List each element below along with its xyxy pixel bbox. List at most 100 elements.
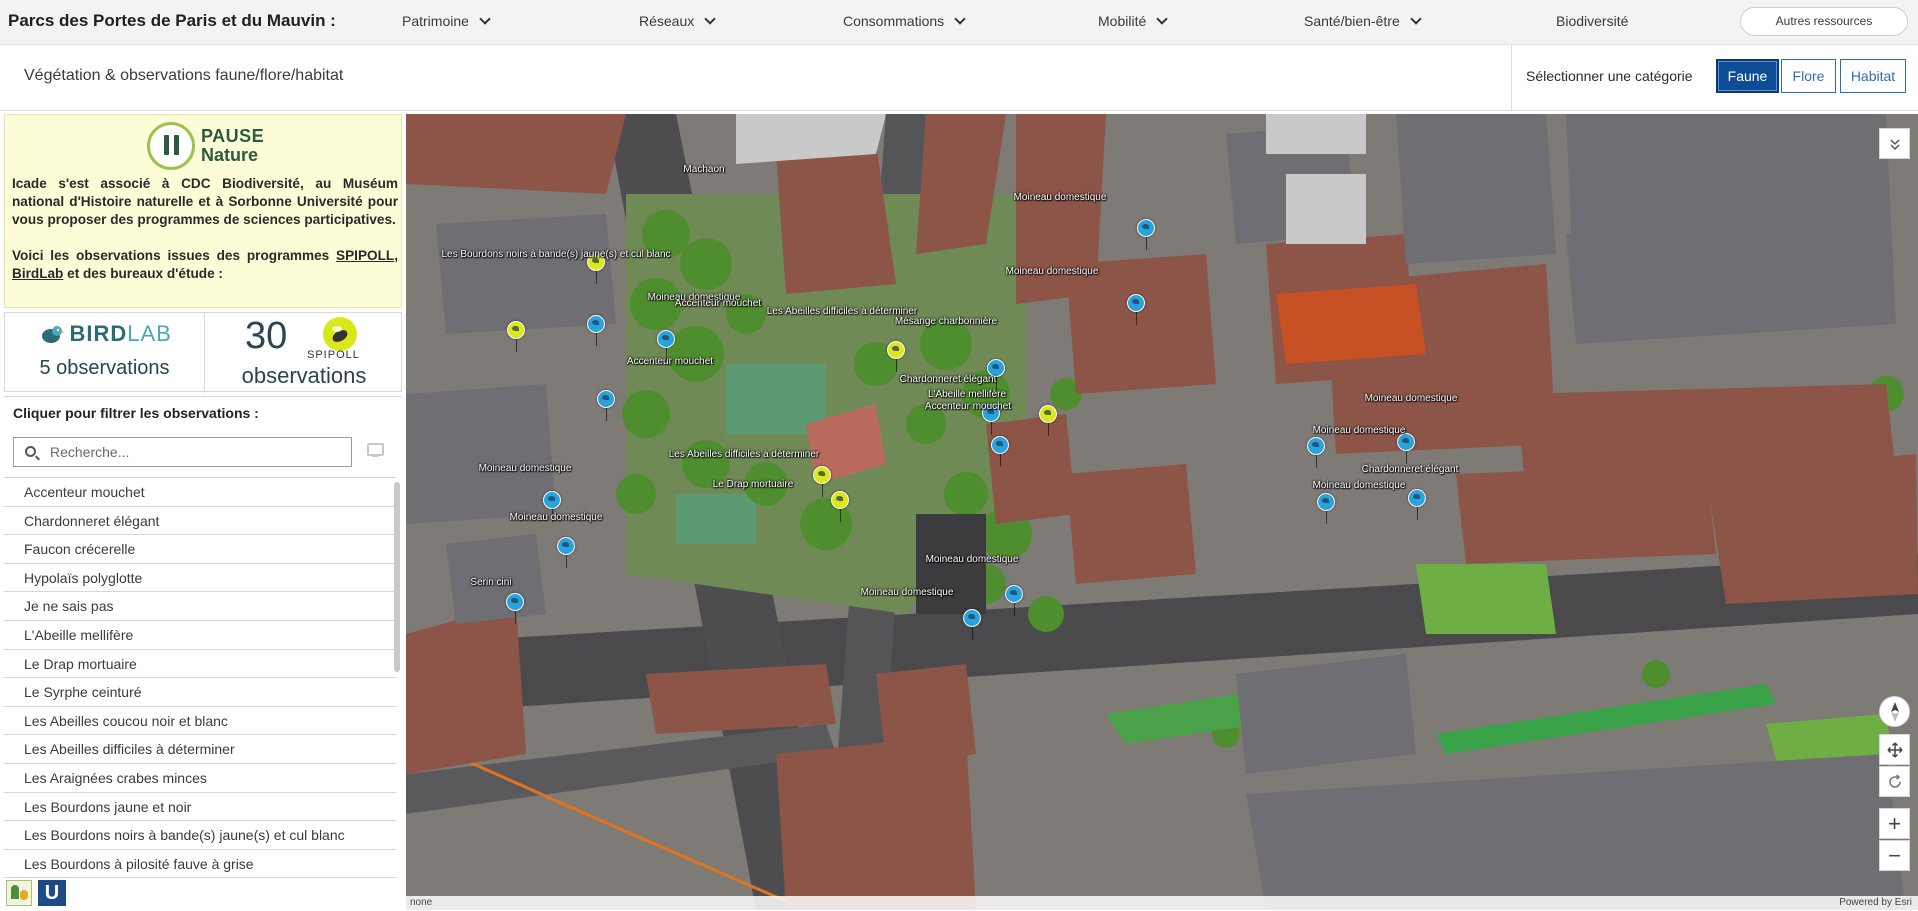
list-item[interactable]: Le Syrphe ceinturé [4, 678, 396, 707]
category-label: Sélectionner une catégorie [1526, 68, 1693, 84]
category-faune-button[interactable]: Faune [1716, 59, 1779, 93]
map-marker-label: L'Abeille mellifère [927, 389, 1007, 400]
chevron-down-icon [704, 13, 716, 25]
spipoll-brand: SPIPOLL [307, 349, 360, 361]
birdlab-observation-count: 5 observations [39, 357, 170, 379]
bird-marker-icon[interactable] [1408, 489, 1426, 507]
zoom-in-button[interactable]: + [1879, 808, 1910, 839]
search-box[interactable] [13, 437, 352, 467]
clear-filter-icon[interactable] [367, 443, 384, 457]
map-marker-label: Moineau domestique [478, 463, 572, 474]
partner-logo [6, 880, 32, 906]
map-view[interactable]: Machaon Les Bourdons noirs à bande(s) jau… [406, 114, 1918, 910]
bird-marker-icon[interactable] [1317, 493, 1335, 511]
pause-nature-logo: PAUSE Nature [147, 120, 265, 172]
search-icon [25, 446, 36, 457]
bird-marker-icon[interactable] [991, 436, 1009, 454]
bird-marker-icon[interactable] [1137, 219, 1155, 237]
list-item[interactable]: Faucon crécerelle [4, 535, 396, 564]
nav-mobilite[interactable]: Mobilité [1098, 13, 1168, 29]
chevron-down-icon [479, 13, 491, 25]
category-habitat-button[interactable]: Habitat [1840, 59, 1906, 93]
nav-biodiversite[interactable]: Biodiversité [1556, 13, 1628, 29]
partner-logos: U [4, 878, 70, 908]
compass-button[interactable] [1879, 696, 1910, 727]
map-marker-label: Moineau domestique [1013, 192, 1107, 203]
bird-marker-icon[interactable] [1127, 294, 1145, 312]
list-item[interactable]: Le Drap mortuaire [4, 650, 396, 679]
spipoll-observation-label: observations [241, 363, 367, 388]
info-paragraph: Icade s'est associé à CDC Biodiversité, … [12, 176, 398, 227]
sub-header: Végétation & observations faune/flore/ha… [0, 45, 1918, 111]
list-item[interactable]: Accenteur mouchet [4, 478, 396, 507]
nav-label: Consommations [843, 13, 945, 29]
list-item[interactable]: Chardonneret élégant [4, 507, 396, 536]
chevron-down-icon [1156, 13, 1168, 25]
logo-text: Nature [201, 145, 259, 165]
pause-icon [147, 122, 195, 170]
compass-icon [1890, 702, 1899, 722]
insect-marker-icon[interactable] [813, 466, 831, 484]
rotate-button[interactable] [1879, 766, 1910, 797]
chevron-down-icon [1410, 13, 1422, 25]
logo-text: PAUSE [201, 126, 265, 146]
info-box: PAUSE Nature Icade s'est associé à CDC B… [4, 114, 402, 308]
nav-label: Santé/bien-être [1304, 13, 1400, 29]
map-marker-label: Chardonneret élégant [1361, 464, 1459, 475]
map-marker-label: Moineau domestique [925, 554, 1019, 565]
bird-marker-icon[interactable] [597, 390, 615, 408]
list-item[interactable]: Les Bourdons jaune et noir [4, 793, 396, 822]
collapse-panel-button[interactable] [1879, 128, 1910, 159]
spipoll-observation-number: 30 [245, 315, 288, 357]
list-item[interactable]: Les Bourdons noirs à bande(s) jaune(s) e… [4, 821, 396, 850]
bird-marker-icon[interactable] [557, 537, 575, 555]
insect-marker-icon[interactable] [831, 491, 849, 509]
list-item[interactable]: Les Abeilles coucou noir et blanc [4, 707, 396, 736]
map-marker-label: Moineau domestique [1364, 393, 1458, 404]
list-item[interactable]: Je ne sais pas [4, 592, 396, 621]
observation-list: Accenteur mouchet Chardonneret élégant Fau… [4, 477, 396, 911]
birdlab-link[interactable]: BirdLab [12, 266, 63, 281]
bird-marker-icon[interactable] [1307, 437, 1325, 455]
bird-marker-icon[interactable] [506, 593, 524, 611]
bird-marker-icon[interactable] [657, 330, 675, 348]
rotate-icon [1888, 774, 1901, 788]
insect-marker-icon[interactable] [507, 321, 525, 339]
chevron-down-icon [954, 13, 966, 25]
nav-sante-bien-etre[interactable]: Santé/bien-être [1304, 13, 1422, 29]
top-navigation-bar: Parcs des Portes de Paris et du Mauvin :… [0, 0, 1918, 45]
insect-marker-icon[interactable] [887, 341, 905, 359]
map-marker-label: Les Bourdons noirs à bande(s) jaune(s) e… [441, 249, 671, 260]
zoom-out-button[interactable]: − [1879, 840, 1910, 871]
birdlab-logo: BIRDLAB [39, 321, 172, 349]
scrollbar[interactable] [394, 482, 400, 672]
nav-reseaux[interactable]: Réseaux [639, 13, 716, 29]
filter-title: Cliquer pour filtrer les observations : [13, 405, 259, 421]
map-marker-label: Le Drap mortuaire [712, 479, 794, 490]
spipoll-link[interactable]: SPIPOLL [336, 248, 394, 263]
nav-patrimoine[interactable]: Patrimoine [402, 13, 491, 29]
category-flore-button[interactable]: Flore [1781, 59, 1836, 93]
bird-marker-icon[interactable] [963, 609, 981, 627]
partner-logo-u: U [38, 880, 66, 906]
pan-button[interactable] [1879, 734, 1910, 765]
nav-consommations[interactable]: Consommations [843, 13, 966, 29]
bird-marker-icon[interactable] [587, 315, 605, 333]
insect-marker-icon[interactable] [1039, 405, 1057, 423]
list-item[interactable]: Les Araignées crabes minces [4, 764, 396, 793]
bird-marker-icon[interactable] [1005, 585, 1023, 603]
list-item[interactable]: L'Abeille mellifère [4, 621, 396, 650]
powered-by-esri[interactable]: Powered by Esri [1839, 897, 1912, 908]
list-item[interactable]: Hypolaïs polyglotte [4, 564, 396, 593]
map-marker-label: Moineau domestique [860, 587, 954, 598]
list-item[interactable]: Les Bourdons à pilosité fauve à grise [4, 850, 396, 879]
map-marker-label: Accenteur mouchet [674, 298, 762, 309]
search-input[interactable] [50, 438, 346, 466]
map-marker-label: Les Abeilles difficiles à déterminer [668, 449, 820, 460]
chevron-double-down-icon [1889, 139, 1900, 151]
list-item[interactable]: Les Abeilles difficiles à déterminer [4, 735, 396, 764]
other-resources-button[interactable]: Autres ressources [1740, 7, 1908, 36]
info-paragraph-programs: Voici les observations issues des progra… [12, 248, 398, 281]
map-attribution: none [410, 897, 433, 908]
bird-marker-icon[interactable] [543, 491, 561, 509]
